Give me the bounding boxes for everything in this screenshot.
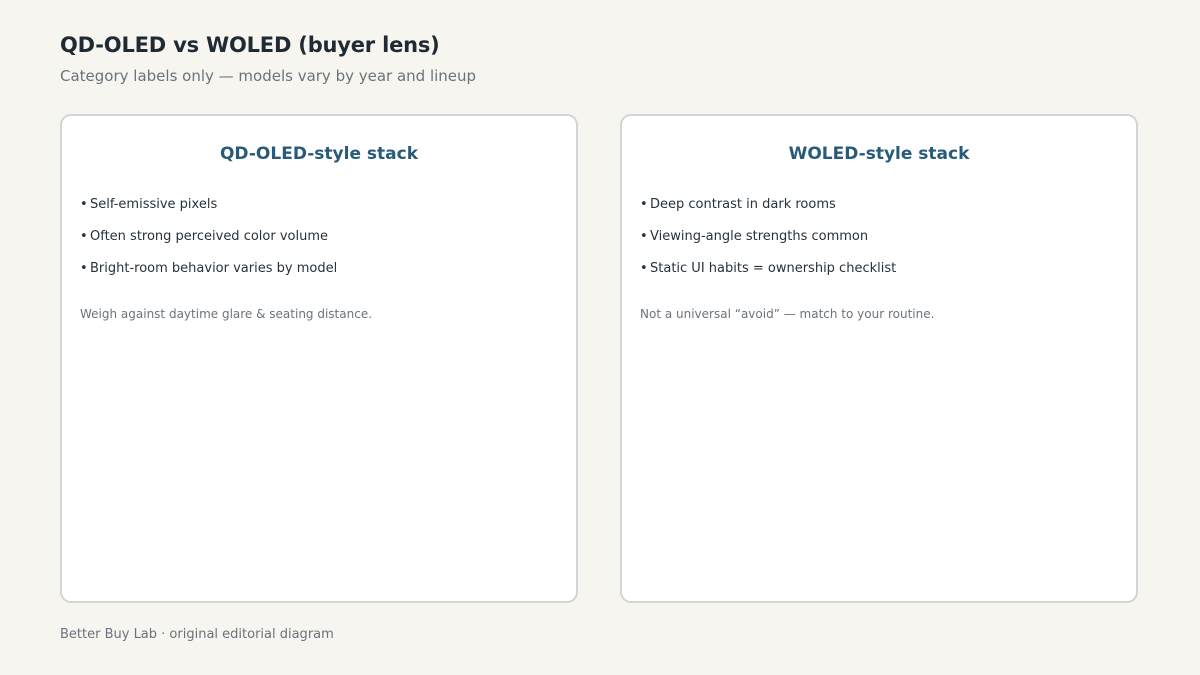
woled-panel-note: Not a universal “avoid” — match to your … bbox=[640, 307, 935, 321]
list-item: • Static UI habits = ownership checklist bbox=[640, 258, 1118, 290]
page-subtitle: Category labels only — models vary by ye… bbox=[60, 67, 477, 85]
bullet-icon: • bbox=[640, 261, 648, 276]
list-item-text: Self-emissive pixels bbox=[90, 197, 218, 212]
woled-panel: WOLED-style stack • Deep contrast in dark… bbox=[620, 114, 1138, 603]
list-item-text: Bright-room behavior varies by model bbox=[90, 261, 338, 276]
bullet-icon: • bbox=[640, 197, 648, 212]
bullet-icon: • bbox=[80, 197, 88, 212]
list-item: • Bright-room behavior varies by model bbox=[80, 258, 558, 290]
list-item: • Self-emissive pixels bbox=[80, 194, 558, 226]
bullet-icon: • bbox=[80, 229, 88, 244]
page-title: QD-OLED vs WOLED (buyer lens) bbox=[60, 33, 440, 57]
list-item: • Often strong perceived color volume bbox=[80, 226, 558, 258]
list-item: • Deep contrast in dark rooms bbox=[640, 194, 1118, 226]
list-item-text: Often strong perceived color volume bbox=[90, 229, 328, 244]
qd-oled-panel-note: Weigh against daytime glare & seating di… bbox=[80, 307, 373, 321]
list-item-text: Viewing-angle strengths common bbox=[650, 229, 869, 244]
list-item: • Viewing-angle strengths common bbox=[640, 226, 1118, 258]
qd-oled-panel-heading: QD-OLED-style stack bbox=[219, 144, 418, 164]
woled-feature-list: • Deep contrast in dark rooms • Viewing-an… bbox=[640, 194, 1118, 290]
qd-oled-feature-list: • Self-emissive pixels • Often strong perc… bbox=[80, 194, 558, 290]
list-item-text: Static UI habits = ownership checklist bbox=[650, 261, 897, 276]
bullet-icon: • bbox=[80, 261, 88, 276]
list-item-text: Deep contrast in dark rooms bbox=[650, 197, 836, 212]
bullet-icon: • bbox=[640, 229, 648, 244]
woled-panel-heading: WOLED-style stack bbox=[788, 144, 970, 164]
footer-credit: Better Buy Lab · original editorial diag… bbox=[60, 627, 334, 642]
qd-oled-panel: QD-OLED-style stack • Self-emissive pixel… bbox=[60, 114, 578, 603]
